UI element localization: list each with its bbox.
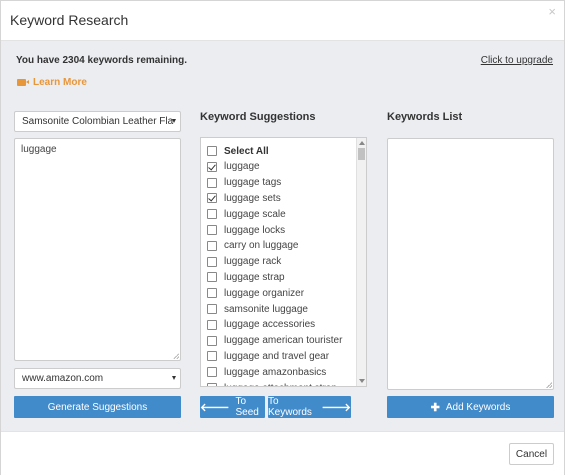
suggestion-label: luggage sets: [224, 192, 281, 204]
learn-more-label: Learn More: [33, 77, 87, 88]
suggestion-label: luggage rack: [224, 256, 282, 268]
seed-keywords-textarea[interactable]: luggage: [14, 138, 181, 361]
modal-footer: Cancel: [1, 431, 564, 475]
generate-suggestions-button[interactable]: Generate Suggestions: [14, 396, 181, 418]
arrow-right-icon: 🡒: [321, 402, 352, 414]
suggestion-item[interactable]: luggage scale: [207, 206, 286, 222]
suggestion-checkbox[interactable]: [207, 351, 217, 362]
close-icon[interactable]: ×: [548, 4, 556, 19]
suggestion-label: luggage amazonbasics: [224, 366, 327, 378]
suggestion-item[interactable]: luggage amazonbasics: [207, 364, 326, 380]
scrollbar-thumb[interactable]: [358, 148, 365, 160]
suggestion-label: luggage scale: [224, 208, 286, 220]
suggestion-label: luggage attachment strap: [224, 383, 337, 387]
keywords-list-textarea[interactable]: [387, 138, 554, 390]
suggestion-item[interactable]: luggage strap: [207, 269, 285, 285]
suggestion-item[interactable]: carry on luggage: [207, 238, 299, 254]
suggestion-label: luggage american tourister: [224, 335, 343, 347]
keyword-suggestions-list[interactable]: Select All luggage luggage tags luggage set…: [200, 137, 367, 387]
select-all-checkbox[interactable]: [207, 146, 217, 156]
upgrade-link[interactable]: Click to upgrade: [481, 55, 553, 66]
suggestion-label: luggage and travel gear: [224, 350, 330, 362]
suggestion-checkbox[interactable]: [207, 335, 217, 346]
add-keywords-label: Add Keywords: [445, 401, 511, 413]
suggestion-item[interactable]: luggage accessories: [207, 317, 315, 333]
suggestion-item[interactable]: luggage rack: [207, 254, 281, 270]
modal-title: Keyword Research: [10, 12, 129, 28]
suggestion-item[interactable]: samsonite luggage: [207, 301, 308, 317]
chevron-down-icon: [172, 376, 176, 380]
suggestion-label: luggage locks: [224, 224, 286, 236]
modal-header: Keyword Research ×: [1, 1, 564, 41]
suggestion-checkbox[interactable]: [207, 272, 217, 283]
suggestion-checkbox[interactable]: [207, 240, 217, 251]
to-keywords-button[interactable]: To Keywords 🡒: [268, 396, 351, 418]
keywords-remaining-text: You have 2304 keywords remaining.: [16, 55, 187, 66]
scroll-down-icon[interactable]: [359, 379, 365, 383]
suggestion-item[interactable]: luggage organizer: [207, 285, 304, 301]
suggestion-label: luggage accessories: [224, 319, 316, 331]
suggestion-item[interactable]: luggage: [207, 159, 260, 175]
cancel-button[interactable]: Cancel: [509, 443, 554, 465]
suggestion-checkbox[interactable]: [207, 367, 217, 378]
to-keywords-label: To Keywords: [268, 396, 312, 418]
seed-keywords-text: luggage: [21, 144, 57, 155]
suggestion-checkbox[interactable]: [207, 256, 217, 267]
chevron-down-icon: [172, 119, 176, 123]
video-icon: [17, 79, 29, 86]
to-seed-label: To Seed: [235, 396, 259, 418]
suggestion-label: Select All: [224, 145, 269, 157]
marketplace-select-value: www.amazon.com: [22, 373, 104, 384]
resize-handle-icon[interactable]: [173, 353, 179, 359]
suggestion-label: luggage strap: [224, 271, 285, 283]
suggestion-checkbox[interactable]: [207, 225, 217, 235]
resize-handle-icon[interactable]: [546, 382, 552, 388]
keyword-research-modal: Keyword Research × You have 2304 keyword…: [0, 0, 565, 475]
suggestion-label: luggage tags: [224, 177, 282, 189]
suggestion-label: luggage: [224, 161, 260, 173]
plus-icon: ✚: [430, 401, 440, 414]
generate-suggestions-label: Generate Suggestions: [47, 401, 148, 413]
product-select[interactable]: Samsonite Colombian Leather Fla: [14, 111, 181, 132]
modal-body: You have 2304 keywords remaining. Click …: [1, 41, 564, 431]
suggestion-checkbox[interactable]: [207, 304, 217, 314]
scroll-up-icon[interactable]: [359, 141, 365, 145]
suggestion-checkbox[interactable]: [207, 383, 217, 386]
arrow-left-icon: 🡐: [200, 402, 230, 414]
suggestion-label: carry on luggage: [224, 240, 299, 252]
scrollbar[interactable]: [356, 138, 366, 386]
add-keywords-button[interactable]: ✚ Add Keywords: [387, 396, 554, 418]
keywords-list-title: Keywords List: [387, 111, 463, 123]
suggestion-item[interactable]: luggage tags: [207, 175, 281, 191]
select-all-item[interactable]: Select All: [207, 143, 269, 159]
marketplace-select[interactable]: www.amazon.com: [14, 368, 181, 389]
suggestion-checkbox[interactable]: [207, 288, 217, 299]
suggestion-item[interactable]: luggage sets: [207, 190, 281, 206]
suggestion-checkbox[interactable]: [207, 193, 217, 204]
suggestion-label: samsonite luggage: [224, 303, 308, 315]
suggestion-checkbox[interactable]: [207, 209, 217, 220]
suggestion-label: luggage organizer: [224, 287, 305, 299]
product-select-value: Samsonite Colombian Leather Fla: [22, 116, 174, 127]
suggestion-item[interactable]: luggage american tourister: [207, 333, 342, 349]
learn-more-link[interactable]: Learn More: [17, 77, 87, 88]
keyword-suggestions-title: Keyword Suggestions: [200, 111, 316, 123]
to-seed-button[interactable]: 🡐 To Seed: [200, 396, 265, 418]
suggestion-item[interactable]: luggage and travel gear: [207, 348, 329, 364]
suggestion-item[interactable]: luggage attachment strap: [207, 380, 337, 387]
suggestion-checkbox[interactable]: [207, 177, 217, 188]
suggestion-item[interactable]: luggage locks: [207, 222, 285, 238]
suggestion-checkbox[interactable]: [207, 161, 217, 172]
suggestion-checkbox[interactable]: [207, 319, 217, 330]
